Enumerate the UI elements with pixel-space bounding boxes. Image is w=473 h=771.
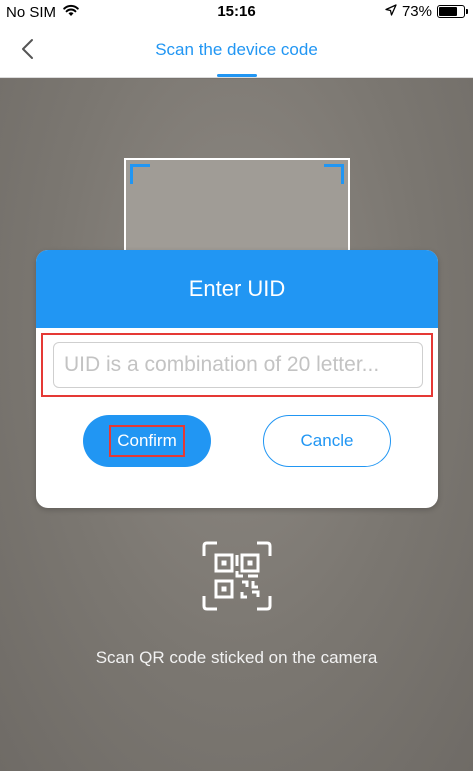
status-bar: No SIM 15:16 73% bbox=[0, 0, 473, 24]
page-title: Scan the device code bbox=[155, 40, 318, 59]
location-arrow-icon bbox=[385, 3, 397, 20]
title-underline bbox=[217, 74, 257, 77]
cancel-button[interactable]: Cancle bbox=[263, 415, 391, 467]
dialog-title: Enter UID bbox=[188, 276, 286, 301]
confirm-label: Confirm bbox=[109, 425, 185, 457]
battery-nub bbox=[466, 9, 468, 14]
scan-corner-top-right bbox=[324, 164, 344, 184]
battery-percent: 73% bbox=[401, 3, 432, 20]
scan-hint: Scan QR code sticked on the camera bbox=[95, 648, 378, 667]
scan-corner-top-left bbox=[130, 164, 150, 184]
battery-fill bbox=[439, 7, 457, 16]
battery-icon bbox=[437, 5, 468, 18]
enter-uid-dialog: Enter UID Confirm Cancle bbox=[36, 250, 438, 508]
scan-frame bbox=[124, 158, 350, 258]
cancel-label: Cancle bbox=[300, 431, 354, 450]
status-right: 73% bbox=[385, 3, 468, 20]
confirm-button[interactable]: Confirm bbox=[83, 415, 211, 467]
qr-code-icon bbox=[201, 540, 273, 612]
uid-input[interactable] bbox=[53, 342, 423, 388]
nav-bar: Scan the device code bbox=[0, 24, 473, 78]
uid-input-highlight bbox=[41, 333, 433, 397]
dialog-header: Enter UID bbox=[36, 250, 438, 328]
